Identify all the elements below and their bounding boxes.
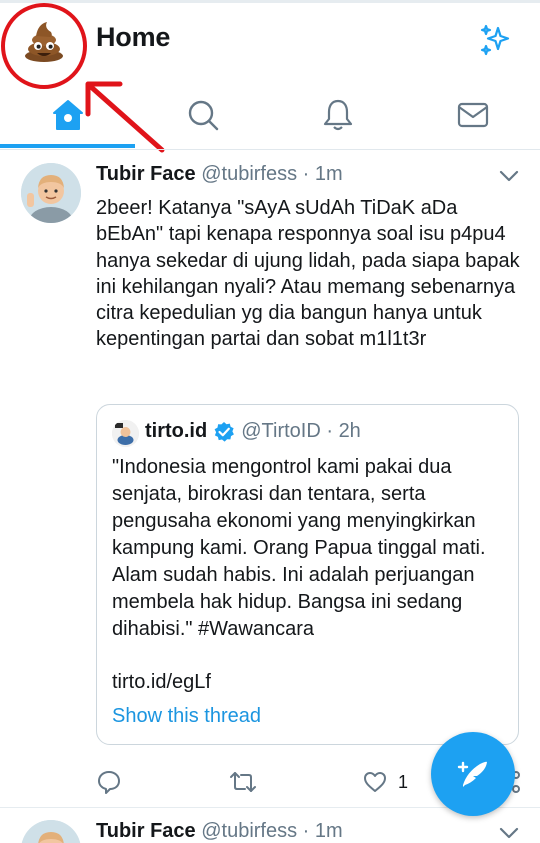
- reply-icon: [98, 771, 120, 794]
- status-edge: [0, 0, 540, 3]
- tweet-text: 2beer! Katanya "sAyA sUdAh TiDaK aDa bEb…: [96, 197, 520, 351]
- author-name[interactable]: Tubir Face: [96, 163, 196, 185]
- user-avatar-icon: [21, 820, 81, 843]
- annotation-circle: [1, 3, 87, 89]
- compose-tweet-button[interactable]: [431, 732, 515, 816]
- quoted-text: "Indonesia mengontrol kami pakai dua sen…: [112, 456, 486, 640]
- chevron-down-icon[interactable]: [498, 169, 520, 183]
- quoted-avatar: [112, 420, 139, 447]
- quoted-handle: @TirtoID: [241, 420, 321, 442]
- quoted-tweet[interactable]: tirto.id @TirtoID · 2h "Indonesia mengon…: [96, 404, 519, 745]
- tweet-avatar[interactable]: [21, 163, 81, 223]
- quoted-time: 2h: [338, 420, 361, 442]
- separator-dot: ·: [302, 163, 315, 185]
- tweet-time[interactable]: 1m: [315, 163, 343, 185]
- show-thread-link[interactable]: Show this thread: [112, 705, 261, 728]
- tweet-header: Tubir Face @tubirfess · 1m: [96, 163, 343, 186]
- chevron-down-icon[interactable]: [498, 826, 520, 840]
- active-tab-indicator: [0, 144, 135, 148]
- author-name[interactable]: Tubir Face: [96, 820, 196, 842]
- retweet-icon: [230, 772, 256, 792]
- retweet-button[interactable]: [229, 767, 257, 797]
- heart-icon: [364, 772, 386, 792]
- quoted-header: tirto.id @TirtoID · 2h: [145, 420, 361, 443]
- separator-dot: ·: [302, 820, 315, 842]
- tweet[interactable]: Tubir Face @tubirfess · 1m 2beer! Katany…: [0, 151, 540, 808]
- like-button[interactable]: 1: [362, 767, 408, 797]
- tab-home[interactable]: [0, 80, 135, 150]
- tweet-header: Tubir Face @tubirfess · 1m: [96, 820, 343, 843]
- mail-icon: [457, 102, 488, 128]
- bell-icon: [323, 99, 352, 131]
- user-avatar-icon: [21, 163, 81, 223]
- like-count: 1: [398, 771, 409, 792]
- page-title: Home: [96, 22, 171, 52]
- home-icon: [52, 100, 83, 130]
- quoted-link[interactable]: tirto.id/egLf: [112, 671, 211, 694]
- tirto-logo-icon: [112, 420, 139, 447]
- author-handle[interactable]: @tubirfess: [201, 820, 297, 842]
- tab-bar: [0, 80, 540, 150]
- author-handle[interactable]: @tubirfess: [201, 163, 297, 185]
- verified-badge-icon: [214, 421, 235, 442]
- sparkle-icon[interactable]: [478, 22, 514, 58]
- tab-notifications[interactable]: [270, 80, 405, 150]
- compose-feather-icon: [457, 761, 487, 787]
- search-icon: [188, 100, 218, 131]
- tweet-time[interactable]: 1m: [315, 820, 343, 842]
- reply-button[interactable]: [96, 767, 122, 797]
- tweet-avatar[interactable]: [21, 820, 81, 843]
- quoted-author-name: tirto.id: [145, 420, 208, 442]
- tab-search[interactable]: [135, 80, 270, 150]
- separator-dot: ·: [320, 420, 339, 442]
- tab-messages[interactable]: [405, 80, 540, 150]
